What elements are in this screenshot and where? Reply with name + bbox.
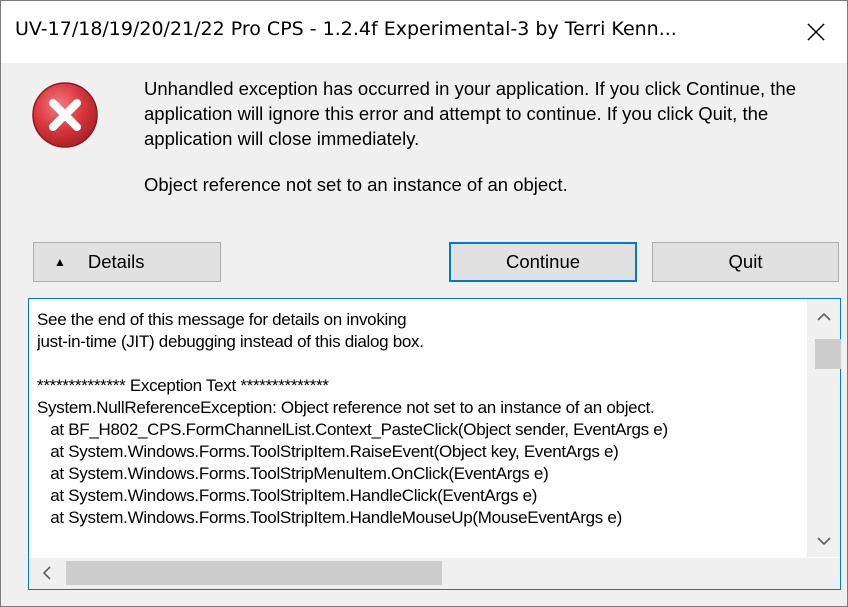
quit-button-label: Quit: [728, 251, 763, 272]
error-message: Unhandled exception has occurred in your…: [144, 78, 796, 149]
quit-button[interactable]: Quit: [652, 242, 839, 282]
collapse-arrow-icon: ▲: [54, 255, 66, 269]
close-icon: [807, 23, 825, 41]
horizontal-scrollbar[interactable]: [29, 558, 820, 589]
vertical-scrollbar[interactable]: [807, 299, 841, 557]
horizontal-scroll-thumb[interactable]: [66, 561, 442, 585]
scroll-down-icon[interactable]: [807, 529, 840, 553]
exception-summary: Object reference not set to an instance …: [144, 174, 568, 195]
title-bar[interactable]: UV-17/18/19/20/21/22 Pro CPS - 1.2.4f Ex…: [1, 1, 847, 63]
continue-button-label: Continue: [505, 251, 581, 272]
scroll-up-icon[interactable]: [807, 305, 840, 329]
close-button[interactable]: [785, 1, 847, 63]
continue-button[interactable]: Continue: [449, 242, 637, 282]
exception-details-textbox[interactable]: See the end of this message for details …: [28, 298, 841, 590]
exception-details-text[interactable]: See the end of this message for details …: [37, 309, 812, 559]
error-icon: [32, 82, 98, 148]
error-dialog: UV-17/18/19/20/21/22 Pro CPS - 1.2.4f Ex…: [0, 0, 848, 607]
vertical-scroll-thumb[interactable]: [815, 339, 841, 369]
details-button-label: Details: [87, 251, 145, 272]
window-title: UV-17/18/19/20/21/22 Pro CPS - 1.2.4f Ex…: [15, 18, 677, 40]
details-button[interactable]: ▲ Details: [33, 242, 221, 282]
scroll-left-icon[interactable]: [35, 561, 59, 585]
scrollbar-corner: [807, 558, 840, 589]
